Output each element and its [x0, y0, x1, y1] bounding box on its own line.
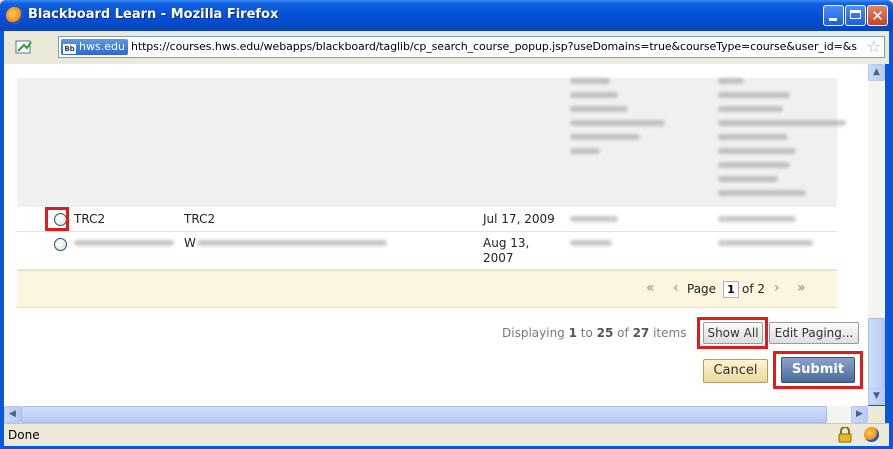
page-label: Page	[687, 282, 717, 296]
cancel-button[interactable]: Cancel	[703, 359, 768, 383]
first-page-icon[interactable]: «	[646, 280, 655, 296]
page-count: of 2	[742, 282, 766, 296]
previous-page-icon[interactable]: ‹	[673, 280, 679, 296]
edit-paging-button[interactable]: Edit Paging...	[769, 322, 859, 344]
url-text: https://courses.hws.edu/webapps/blackboa…	[131, 40, 857, 53]
minimize-button[interactable]	[823, 5, 844, 26]
pagination-bar: « ‹ Page 1 of 2 › »	[17, 270, 837, 308]
next-page-icon[interactable]: ›	[774, 280, 780, 296]
address-field[interactable]: Bb hws.edu https://courses.hws.edu/webapp…	[58, 36, 885, 58]
submit-highlight-box	[773, 351, 863, 389]
page-number-input[interactable]: 1	[723, 281, 739, 298]
maximize-button[interactable]	[845, 5, 866, 26]
firefox-icon	[6, 7, 23, 24]
horizontal-scrollbar[interactable]: ◀ ▶	[4, 406, 868, 423]
table-row: TRC2 TRC2 Jul 17, 2009	[17, 207, 837, 232]
scroll-right-icon[interactable]: ▶	[851, 406, 868, 423]
blackboard-favicon-icon: Bb	[63, 44, 76, 54]
page-icon	[15, 40, 32, 54]
course-name: W	[184, 236, 196, 250]
vertical-scroll-thumb[interactable]	[868, 318, 885, 390]
horizontal-scroll-thumb[interactable]	[21, 406, 827, 423]
scrollbar-corner	[868, 406, 885, 423]
course-radio[interactable]	[54, 238, 67, 251]
item-count-status: Displaying 1 to 25 of 27 items	[502, 326, 687, 340]
firefox-status-icon	[864, 427, 879, 442]
course-date-line1: Aug 13,	[483, 236, 530, 250]
bookmark-star-icon[interactable]: ☆	[864, 38, 881, 56]
url-bar: Bb hws.edu https://courses.hws.edu/webapp…	[4, 31, 889, 64]
close-button[interactable]: ✕	[867, 5, 888, 26]
site-identity-button[interactable]: Bb hws.edu	[61, 39, 128, 55]
scroll-left-icon[interactable]: ◀	[4, 406, 21, 423]
course-date-line2: 2007	[483, 251, 514, 265]
maximize-icon	[850, 10, 861, 19]
lock-icon[interactable]	[838, 427, 852, 443]
close-icon: ✕	[871, 7, 884, 25]
site-identity-label: hws.edu	[79, 40, 125, 53]
page-content: TRC2 TRC2 Jul 17, 2009 W Aug 13, 2007 « …	[4, 64, 868, 406]
title-bar: Blackboard Learn - Mozilla Firefox ✕	[0, 0, 893, 31]
course-id: TRC2	[74, 212, 106, 226]
window-title: Blackboard Learn - Mozilla Firefox	[28, 7, 279, 22]
table-row: W Aug 13, 2007	[17, 231, 837, 270]
show-all-highlight-box	[697, 317, 768, 349]
vertical-scrollbar[interactable]: ▲ ▼	[868, 64, 885, 405]
course-date: Jul 17, 2009	[483, 212, 555, 226]
status-text: Done	[8, 428, 40, 442]
radio-highlight-box	[45, 207, 69, 231]
minimize-icon	[829, 18, 837, 21]
last-page-icon[interactable]: »	[797, 280, 806, 296]
scroll-up-icon[interactable]: ▲	[868, 64, 885, 81]
status-bar: Done	[4, 423, 889, 446]
scroll-down-icon[interactable]: ▼	[868, 388, 885, 405]
expanded-course-details	[17, 78, 846, 207]
course-name: TRC2	[184, 212, 216, 226]
